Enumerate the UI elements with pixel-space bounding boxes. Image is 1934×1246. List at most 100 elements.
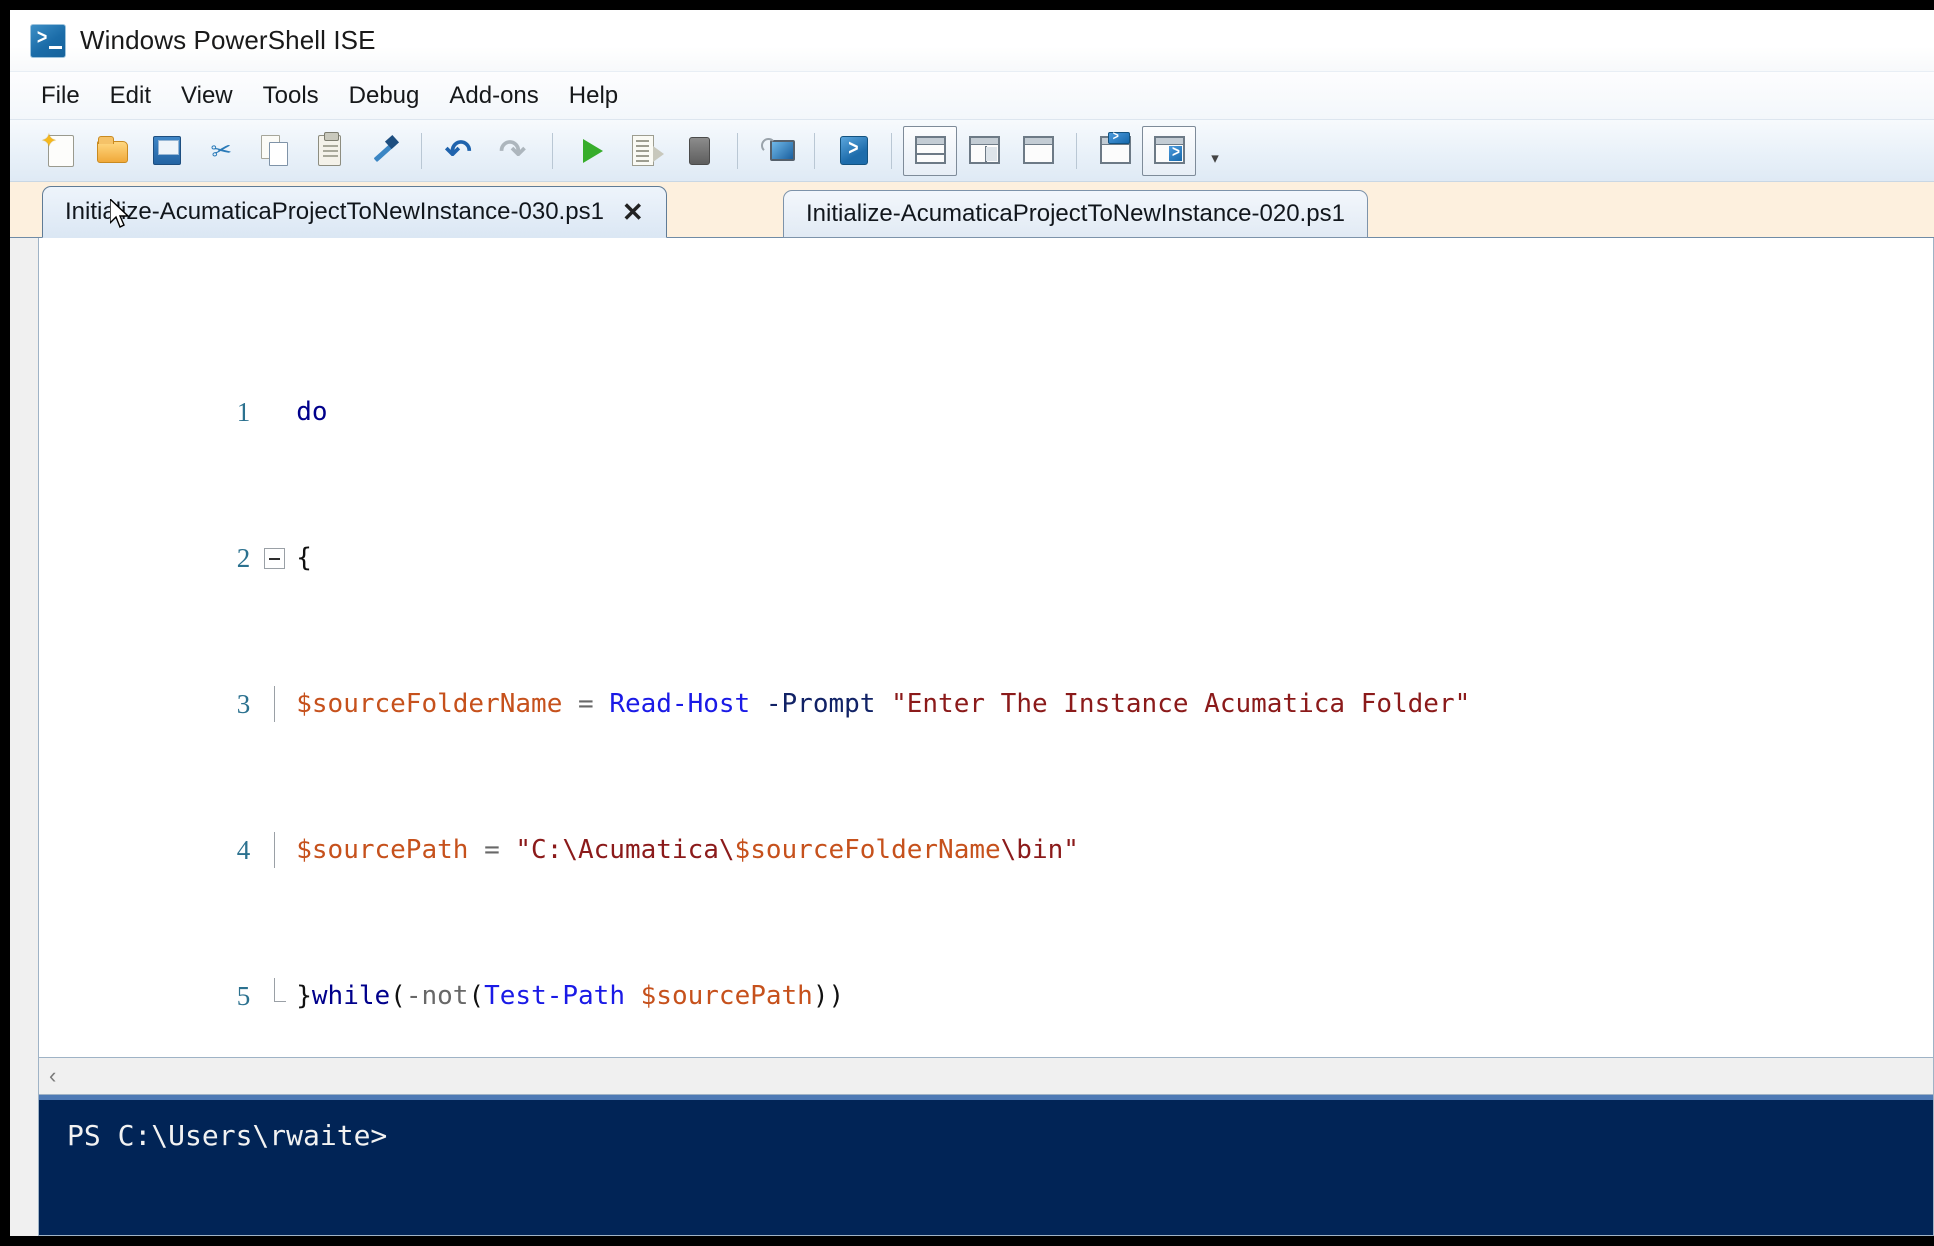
console-pane[interactable]: PS C:\Users\rwaite> [38, 1094, 1934, 1236]
title-bar: Windows PowerShell ISE [10, 10, 1934, 72]
toolbar-separator [891, 132, 892, 169]
collapse-region-icon[interactable] [264, 548, 286, 569]
token-keyword: while [311, 981, 391, 1011]
command-add-on-icon [1097, 131, 1133, 168]
script-editor-pane[interactable]: 1 do 2{ 3 $sourceFolderName = Read-Host -P… [38, 238, 1934, 1058]
file-tab-inactive[interactable]: Initialize-AcumaticaProjectToNewInstance… [783, 190, 1368, 238]
copy-pages-icon [257, 134, 293, 168]
save-script-button[interactable] [140, 126, 194, 176]
menu-item-file[interactable]: File [26, 78, 95, 114]
menu-item-addons[interactable]: Add-ons [434, 78, 553, 114]
new-script-button[interactable]: ✦ [32, 126, 86, 176]
code-line: 3 $sourceFolderName = Read-Host -Prompt "… [39, 650, 1933, 722]
line-number: 1 [236, 397, 251, 427]
copy-button[interactable] [248, 126, 302, 176]
token-variable: $sourceFolderName [296, 689, 563, 719]
token-parameter: -Prompt [750, 689, 892, 719]
line-number: 3 [236, 689, 251, 719]
layout-maximized-icon [1020, 134, 1056, 168]
run-script-button[interactable] [564, 126, 618, 176]
remote-monitor-icon [758, 134, 795, 168]
toolbar-separator [421, 132, 422, 169]
code-line: 1 do [39, 358, 1933, 427]
token-keyword: do [296, 397, 328, 427]
token-variable: $sourcePath [625, 981, 813, 1011]
new-powershell-tab-button[interactable] [826, 126, 880, 176]
line-number: 2 [236, 543, 251, 573]
file-tab-label: Initialize-AcumaticaProjectToNewInstance… [806, 200, 1345, 227]
toolbar-separator [1076, 132, 1077, 169]
console-pane-splitter[interactable] [39, 1095, 1933, 1100]
run-play-icon [573, 134, 609, 168]
scroll-left-chevron-icon[interactable]: ‹ [49, 1063, 56, 1089]
token-punctuation: )) [812, 981, 845, 1011]
menu-item-view[interactable]: View [166, 78, 248, 114]
toolbar-separator [737, 132, 738, 169]
run-selection-button[interactable] [618, 126, 672, 176]
fold-gutter [260, 978, 296, 1014]
cut-button[interactable]: ✂ [194, 126, 248, 176]
new-script-icon: ✦ [41, 132, 77, 168]
run-selection-icon [627, 134, 664, 168]
scissors-cut-icon: ✂ [209, 135, 234, 166]
show-script-pane-maximized-button[interactable] [1011, 126, 1065, 176]
toolbar-separator [552, 132, 553, 169]
token-operator: -not [405, 981, 469, 1011]
menu-item-help[interactable]: Help [554, 78, 633, 114]
token-operator: = [468, 835, 516, 865]
token-variable: $sourcePath [296, 835, 469, 865]
layout-horizontal-split-icon [912, 134, 948, 168]
undo-button[interactable]: ↶ [433, 126, 487, 176]
stop-square-icon [681, 134, 717, 168]
menu-item-debug[interactable]: Debug [334, 78, 435, 114]
undo-arrow-icon: ↶ [445, 132, 472, 169]
menu-item-tools[interactable]: Tools [248, 78, 334, 114]
code-line: 2{ [39, 504, 1933, 573]
stop-operation-button[interactable] [672, 126, 726, 176]
token-operator: = [562, 689, 610, 719]
token-cmdlet: Read-Host [609, 689, 751, 719]
new-remote-powershell-tab-button[interactable] [749, 126, 803, 176]
editor-horizontal-scrollbar[interactable]: ‹ [38, 1058, 1934, 1094]
console-prompt: PS C:\Users\rwaite> [67, 1119, 388, 1152]
code-line: 4 $sourcePath = "C:\Acumatica\$sourceFold… [39, 796, 1933, 868]
powershell-ise-window: Windows PowerShell ISE File Edit View To… [10, 10, 1934, 1236]
line-number: 5 [236, 981, 251, 1011]
menu-bar: File Edit View Tools Debug Add-ons Help [10, 72, 1934, 120]
file-tab-strip: Initialize-AcumaticaProjectToNewInstance… [10, 182, 1934, 238]
token-cmdlet: Test-Path [484, 981, 625, 1011]
file-tab-label: Initialize-AcumaticaProjectToNewInstance… [65, 198, 604, 225]
toolbar: ✦ ✂ ↶ ↷ > > > ▾ [10, 120, 1934, 182]
show-command-add-on-button[interactable] [1088, 126, 1142, 176]
show-commands-pane-button[interactable] [1142, 125, 1196, 176]
show-script-pane-right-button[interactable] [957, 126, 1011, 176]
open-script-button[interactable] [86, 126, 140, 176]
toolbar-overflow-button[interactable]: ▾ [1202, 131, 1228, 171]
powershell-logo-icon [30, 23, 66, 58]
fold-gutter [260, 832, 296, 868]
fold-gutter [260, 394, 296, 430]
fold-gutter [260, 540, 296, 576]
redo-button[interactable]: ↷ [487, 126, 541, 176]
line-number: 4 [236, 835, 251, 865]
redo-arrow-icon: ↷ [499, 132, 526, 169]
menu-item-edit[interactable]: Edit [95, 78, 166, 114]
code-area[interactable]: 1 do 2{ 3 $sourceFolderName = Read-Host -P… [39, 248, 1933, 1057]
paste-button[interactable] [302, 126, 356, 176]
toolbar-separator [814, 132, 815, 169]
file-tab-active[interactable]: Initialize-AcumaticaProjectToNewInstance… [42, 186, 667, 238]
open-folder-icon [95, 134, 131, 168]
layout-vertical-split-icon [966, 134, 1002, 168]
code-line: 5}while(-not(Test-Path $sourcePath)) [39, 942, 1933, 1011]
token-punctuation: ( [390, 981, 406, 1011]
token-string: \bin" [1000, 835, 1079, 865]
close-tab-icon[interactable]: ✕ [622, 199, 644, 225]
window-title: Windows PowerShell ISE [80, 25, 376, 55]
token-brace: { [296, 543, 312, 573]
powershell-tab-icon [835, 134, 871, 168]
save-disk-icon [149, 134, 185, 168]
token-string: "C:\Acumatica\ [515, 835, 735, 865]
clear-console-button[interactable] [356, 126, 410, 176]
token-punctuation: ( [468, 981, 485, 1011]
show-script-pane-top-button[interactable] [903, 125, 957, 176]
